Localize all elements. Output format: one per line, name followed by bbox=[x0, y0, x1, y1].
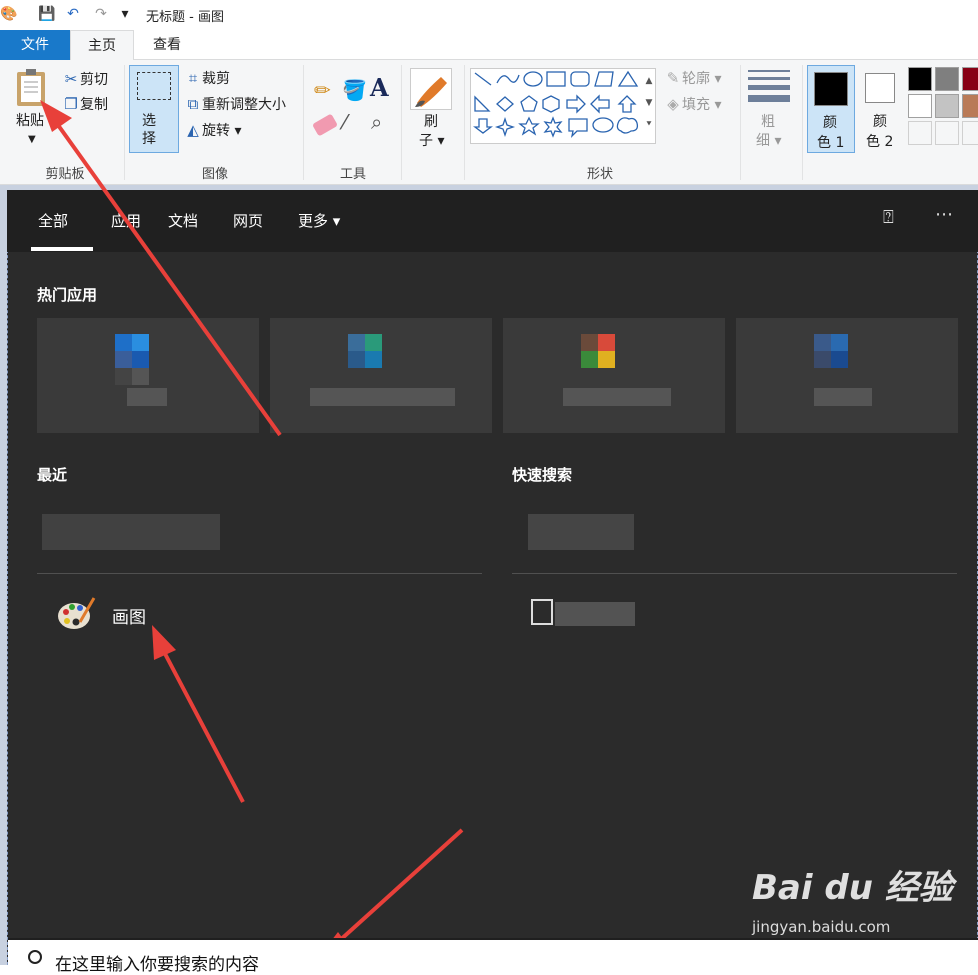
search-input[interactable]: 在这里输入你要搜索的内容 bbox=[55, 950, 259, 975]
search-icon bbox=[28, 950, 42, 964]
baidu-watermark-logo: Bai du 经验 bbox=[752, 868, 953, 908]
arrow-to-paint-result-icon bbox=[152, 625, 245, 803]
baidu-watermark-url: jingyan.baidu.com bbox=[752, 918, 891, 936]
annotation-arrows bbox=[40, 100, 464, 958]
arrow-to-paste-icon bbox=[40, 100, 282, 437]
